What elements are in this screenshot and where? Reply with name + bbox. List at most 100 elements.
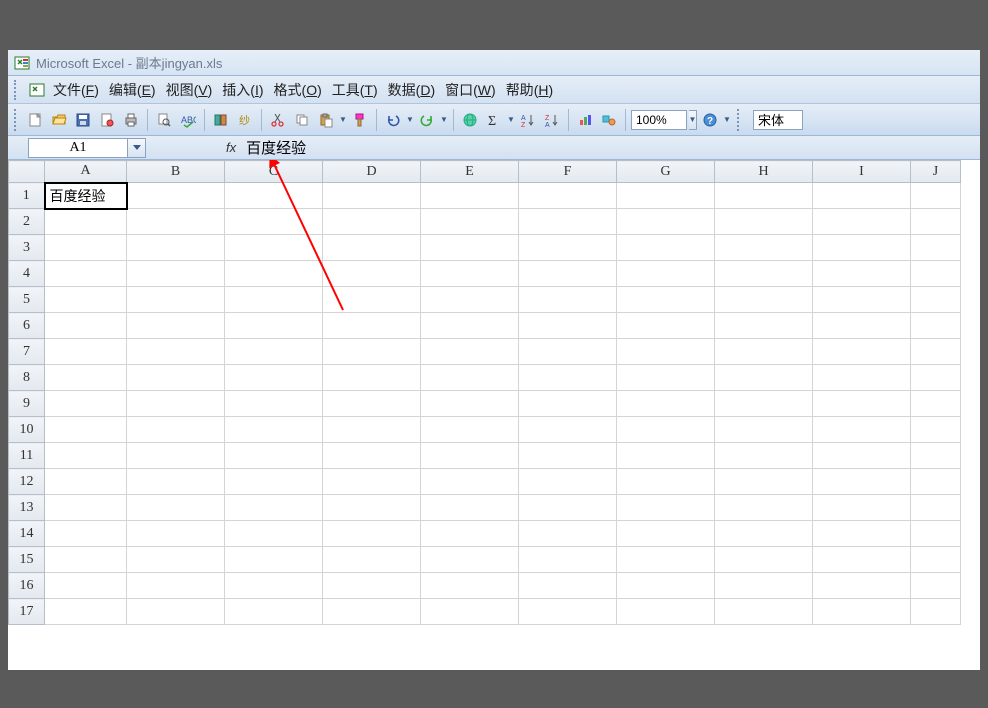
cell-G13[interactable] [617, 495, 715, 521]
row-header-14[interactable]: 14 [9, 521, 45, 547]
col-header-J[interactable]: J [911, 161, 961, 183]
col-header-G[interactable]: G [617, 161, 715, 183]
cell-I1[interactable] [813, 183, 911, 209]
cell-E6[interactable] [421, 313, 519, 339]
cell-B4[interactable] [127, 261, 225, 287]
cell-D12[interactable] [323, 469, 421, 495]
cell-A13[interactable] [45, 495, 127, 521]
cell-H4[interactable] [715, 261, 813, 287]
cell-B9[interactable] [127, 391, 225, 417]
cell-H5[interactable] [715, 287, 813, 313]
row-header-10[interactable]: 10 [9, 417, 45, 443]
cell-D4[interactable] [323, 261, 421, 287]
excel-doc-icon[interactable] [26, 79, 48, 101]
cell-I10[interactable] [813, 417, 911, 443]
research-icon[interactable] [210, 109, 232, 131]
cell-I2[interactable] [813, 209, 911, 235]
undo-dropdown[interactable]: ▼ [406, 109, 414, 131]
menu-file[interactable]: 文件(F) [48, 78, 104, 102]
col-header-C[interactable]: C [225, 161, 323, 183]
cell-F2[interactable] [519, 209, 617, 235]
cell-J12[interactable] [911, 469, 961, 495]
menu-window[interactable]: 窗口(W) [440, 78, 501, 102]
cell-F14[interactable] [519, 521, 617, 547]
row-header-2[interactable]: 2 [9, 209, 45, 235]
menubar-grip[interactable] [14, 80, 20, 100]
cell-H1[interactable] [715, 183, 813, 209]
cell-B2[interactable] [127, 209, 225, 235]
cell-E4[interactable] [421, 261, 519, 287]
cell-A3[interactable] [45, 235, 127, 261]
undo-icon[interactable] [382, 109, 404, 131]
cell-F13[interactable] [519, 495, 617, 521]
hyperlink-icon[interactable] [459, 109, 481, 131]
copy-icon[interactable] [291, 109, 313, 131]
cell-E3[interactable] [421, 235, 519, 261]
cell-I9[interactable] [813, 391, 911, 417]
cell-G8[interactable] [617, 365, 715, 391]
cell-F11[interactable] [519, 443, 617, 469]
cell-C15[interactable] [225, 547, 323, 573]
cell-D5[interactable] [323, 287, 421, 313]
cell-A7[interactable] [45, 339, 127, 365]
cell-A15[interactable] [45, 547, 127, 573]
cell-J10[interactable] [911, 417, 961, 443]
chart-wizard-icon[interactable] [574, 109, 596, 131]
menu-tools[interactable]: 工具(T) [327, 78, 383, 102]
col-header-F[interactable]: F [519, 161, 617, 183]
cell-G2[interactable] [617, 209, 715, 235]
row-header-6[interactable]: 6 [9, 313, 45, 339]
toolbar-options-dropdown[interactable]: ▼ [723, 109, 731, 131]
cell-I13[interactable] [813, 495, 911, 521]
cell-F5[interactable] [519, 287, 617, 313]
cell-B8[interactable] [127, 365, 225, 391]
cell-A4[interactable] [45, 261, 127, 287]
cell-A16[interactable] [45, 573, 127, 599]
cell-J2[interactable] [911, 209, 961, 235]
cell-H13[interactable] [715, 495, 813, 521]
cell-E10[interactable] [421, 417, 519, 443]
cell-F7[interactable] [519, 339, 617, 365]
zoom-input[interactable]: 100% [631, 110, 687, 130]
row-header-9[interactable]: 9 [9, 391, 45, 417]
cell-D17[interactable] [323, 599, 421, 625]
cell-E15[interactable] [421, 547, 519, 573]
cell-H8[interactable] [715, 365, 813, 391]
cell-H2[interactable] [715, 209, 813, 235]
cell-E8[interactable] [421, 365, 519, 391]
redo-dropdown[interactable]: ▼ [440, 109, 448, 131]
new-icon[interactable] [24, 109, 46, 131]
cell-J15[interactable] [911, 547, 961, 573]
cell-I12[interactable] [813, 469, 911, 495]
cell-F15[interactable] [519, 547, 617, 573]
cell-B1[interactable] [127, 183, 225, 209]
cell-C11[interactable] [225, 443, 323, 469]
cell-C2[interactable] [225, 209, 323, 235]
cell-D10[interactable] [323, 417, 421, 443]
cut-icon[interactable] [267, 109, 289, 131]
cell-C3[interactable] [225, 235, 323, 261]
cell-E11[interactable] [421, 443, 519, 469]
row-header-5[interactable]: 5 [9, 287, 45, 313]
cell-C4[interactable] [225, 261, 323, 287]
cell-H7[interactable] [715, 339, 813, 365]
cell-E16[interactable] [421, 573, 519, 599]
cell-G11[interactable] [617, 443, 715, 469]
cell-G5[interactable] [617, 287, 715, 313]
cell-F6[interactable] [519, 313, 617, 339]
row-header-3[interactable]: 3 [9, 235, 45, 261]
cell-D11[interactable] [323, 443, 421, 469]
cell-A9[interactable] [45, 391, 127, 417]
cell-I16[interactable] [813, 573, 911, 599]
cell-H6[interactable] [715, 313, 813, 339]
cell-C6[interactable] [225, 313, 323, 339]
row-header-16[interactable]: 16 [9, 573, 45, 599]
paste-dropdown[interactable]: ▼ [339, 109, 347, 131]
menu-insert[interactable]: 插入(I) [217, 78, 268, 102]
cell-I11[interactable] [813, 443, 911, 469]
cell-B14[interactable] [127, 521, 225, 547]
spelling-icon[interactable]: ABC [177, 109, 199, 131]
cell-B10[interactable] [127, 417, 225, 443]
cell-C13[interactable] [225, 495, 323, 521]
row-header-15[interactable]: 15 [9, 547, 45, 573]
